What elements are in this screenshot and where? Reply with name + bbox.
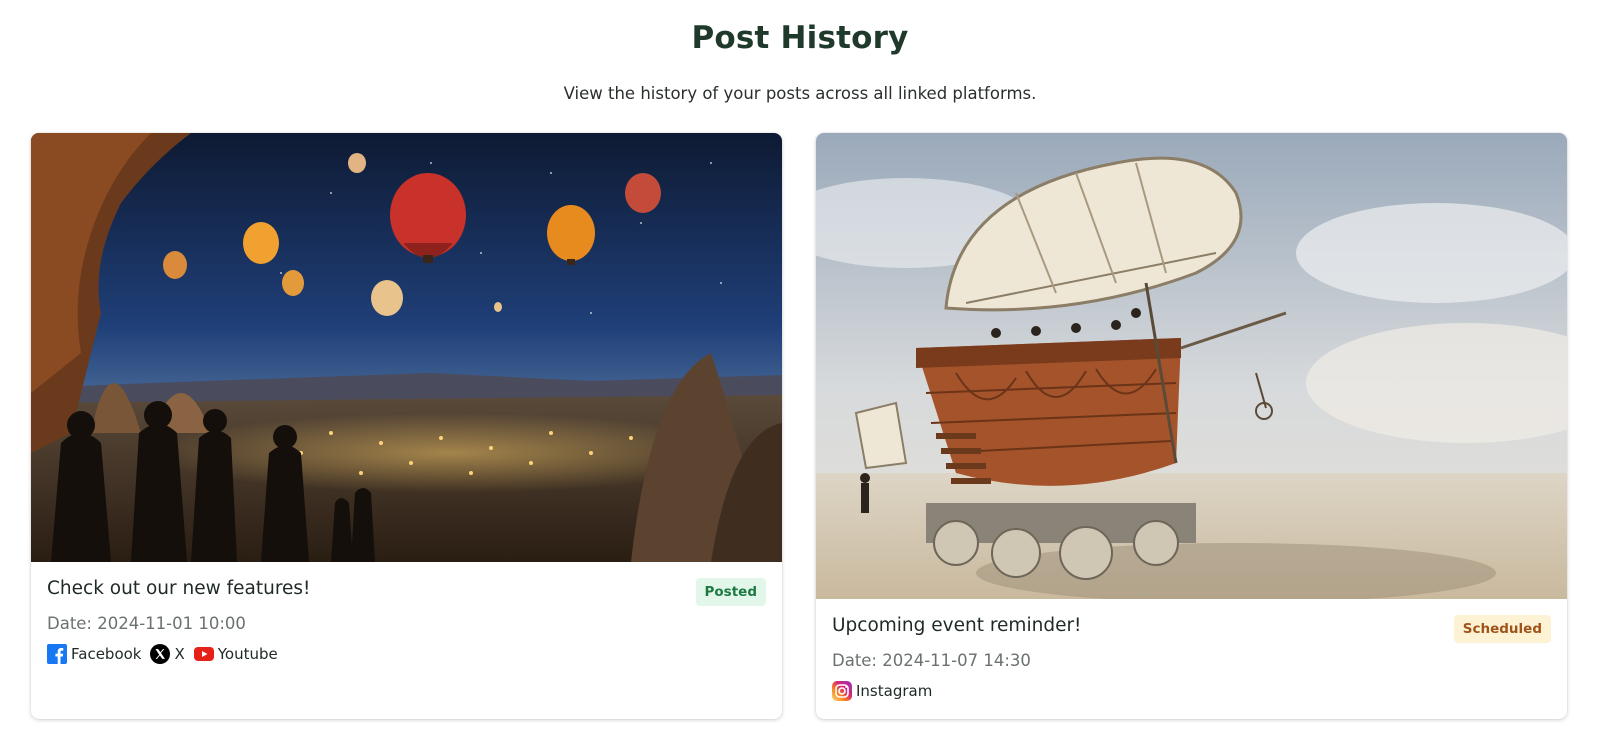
platform-facebook: Facebook <box>47 644 141 664</box>
facebook-icon <box>47 644 67 664</box>
status-badge: Posted <box>695 578 766 606</box>
x-icon <box>150 644 171 664</box>
post-card[interactable]: Upcoming event reminder! Scheduled Date:… <box>816 133 1567 719</box>
post-date: Date: 2024-11-01 10:00 <box>47 614 246 633</box>
page-title: Post History <box>691 20 909 56</box>
post-title: Check out our new features! <box>47 578 311 599</box>
post-title: Upcoming event reminder! <box>832 615 1082 636</box>
platform-label: X <box>174 645 185 663</box>
platform-label: Youtube <box>217 645 278 663</box>
post-image <box>816 133 1567 599</box>
platform-label: Instagram <box>856 682 933 700</box>
platform-list: Instagram <box>832 681 941 701</box>
platform-label: Facebook <box>71 645 142 663</box>
instagram-icon <box>832 681 852 701</box>
page-subtitle: View the history of your posts across al… <box>563 84 1037 103</box>
youtube-icon <box>193 644 214 664</box>
status-badge: Scheduled <box>1453 615 1551 643</box>
post-image <box>31 133 782 562</box>
post-date: Date: 2024-11-07 14:30 <box>832 651 1031 670</box>
platform-youtube: Youtube <box>193 644 278 664</box>
platform-instagram: Instagram <box>832 681 932 701</box>
platform-list: Facebook X Youtube <box>47 644 287 664</box>
post-card[interactable]: Check out our new features! Posted Date:… <box>31 133 782 719</box>
platform-x: X <box>150 644 185 664</box>
